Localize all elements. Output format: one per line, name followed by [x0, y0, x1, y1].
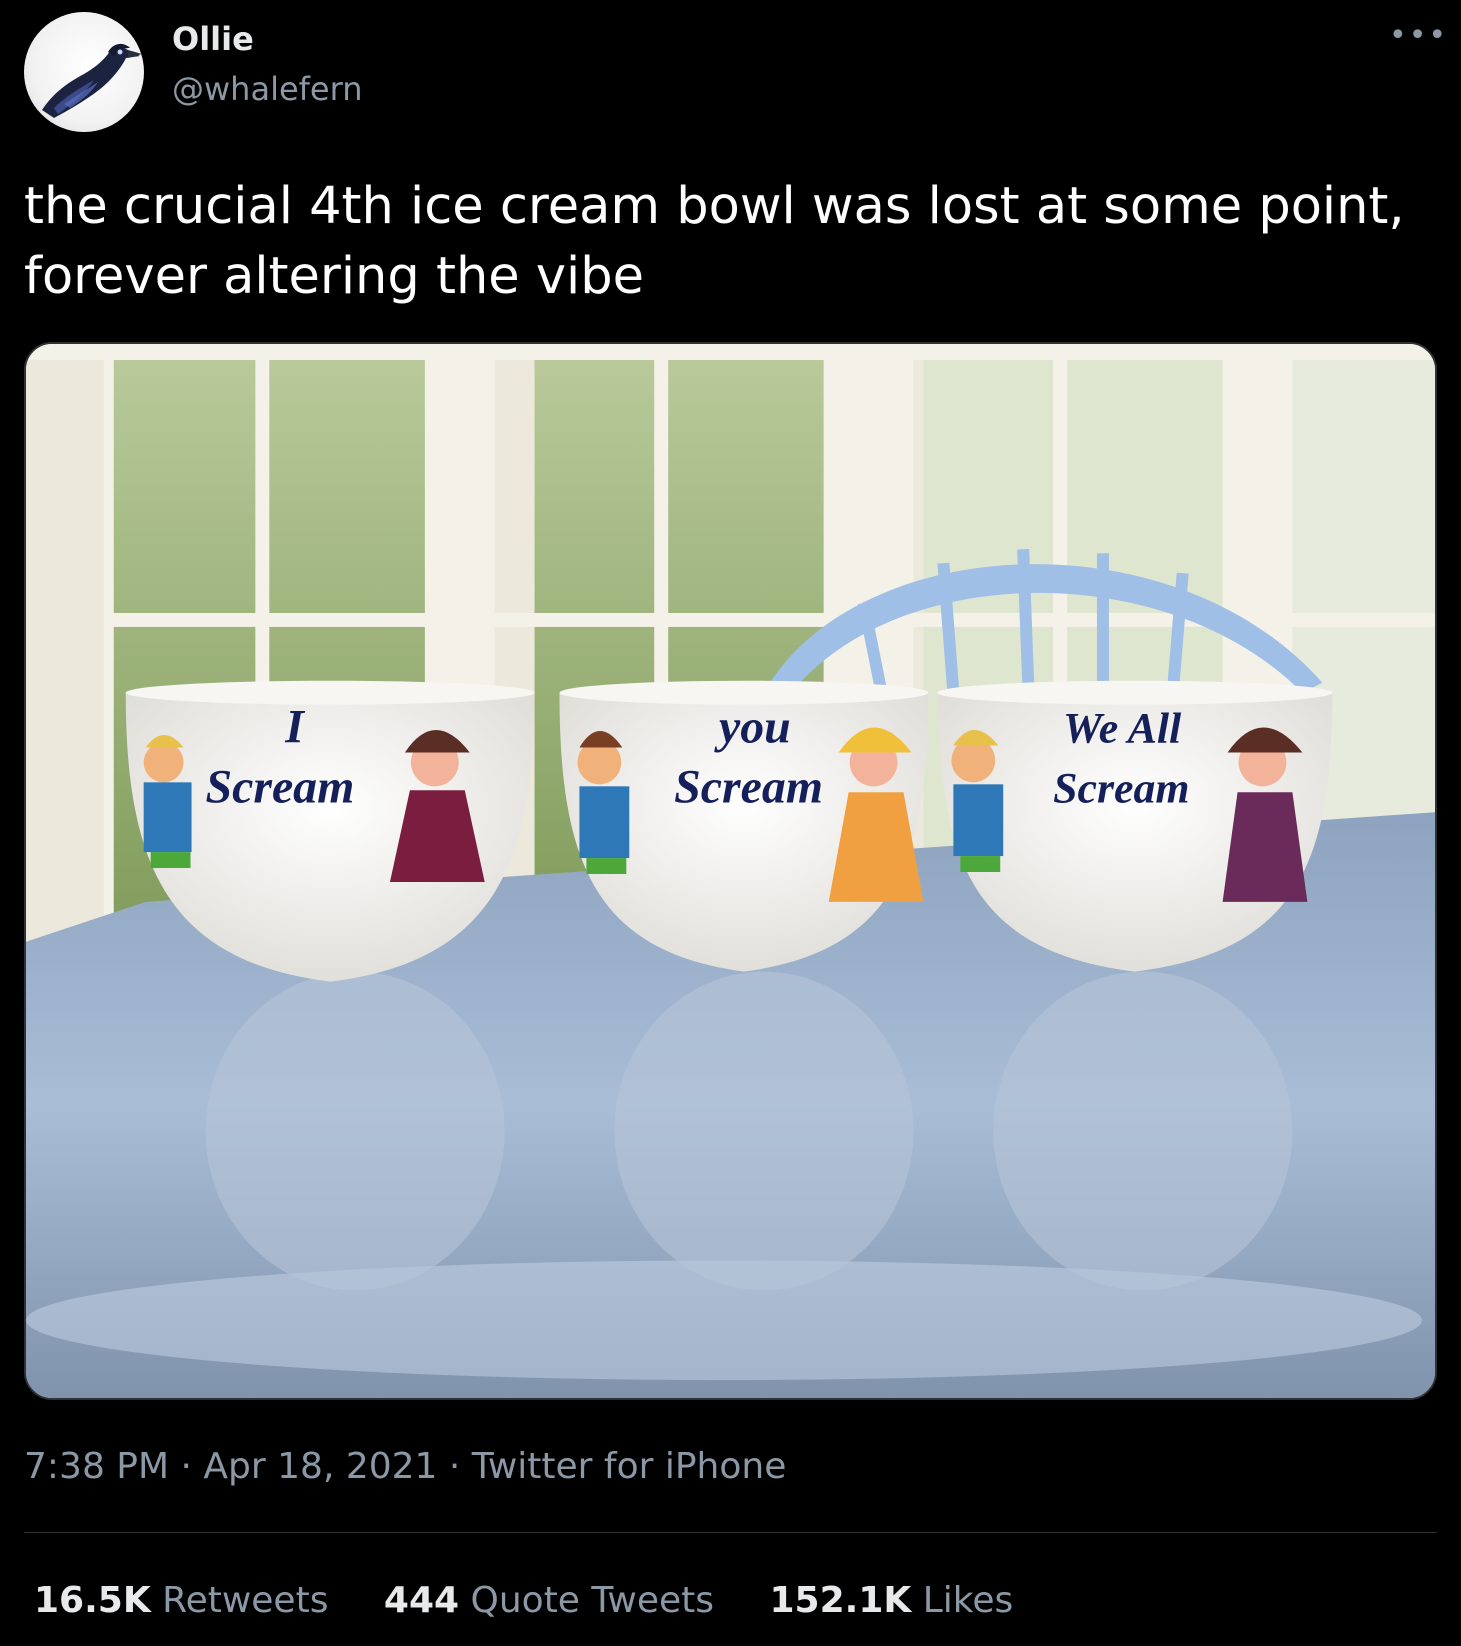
bowl-3-bottom-text: Scream — [1053, 764, 1189, 812]
likes-count: 152.1K — [769, 1580, 912, 1621]
retweets-count: 16.5K — [34, 1580, 151, 1621]
meta-separator-1: · — [169, 1446, 204, 1487]
tweet-date[interactable]: Apr 18, 2021 — [203, 1446, 437, 1487]
stats-divider — [24, 1532, 1437, 1533]
author-avatar[interactable] — [24, 12, 144, 132]
tweet-meta: 7:38 PM · Apr 18, 2021 · Twitter for iPh… — [24, 1446, 786, 1487]
quote-tweets-stat[interactable]: 444 Quote Tweets — [384, 1580, 714, 1621]
author-handle[interactable]: @whalefern — [172, 70, 362, 108]
tweet-source[interactable]: Twitter for iPhone — [472, 1446, 787, 1487]
tweet-media[interactable]: I Scream you Scream We All Scream — [24, 342, 1437, 1400]
tweet-stats: 16.5K Retweets 444 Quote Tweets 152.1K L… — [34, 1580, 1057, 1621]
bowl-1-top-text: I — [284, 701, 305, 754]
crow-icon — [42, 43, 142, 119]
likes-label: Likes — [922, 1580, 1014, 1621]
bowl-2-bottom-text: Scream — [674, 760, 823, 813]
tweet-text: the crucial 4th ice cream bowl was lost … — [24, 177, 1405, 306]
bowls-photo: I Scream you Scream We All Scream — [26, 344, 1435, 1398]
bowl-1-bottom-text: Scream — [205, 760, 354, 813]
tweet-header: Ollie @whalefern ••• — [24, 12, 1446, 132]
bowl-2-top-text: you — [714, 701, 791, 754]
meta-separator-2: · — [437, 1446, 472, 1487]
bowl-3-top-text: We All — [1063, 705, 1182, 753]
quote-tweets-label: Quote Tweets — [470, 1580, 715, 1621]
author-name[interactable]: Ollie — [172, 20, 254, 58]
more-options-icon[interactable]: ••• — [1389, 21, 1446, 56]
quote-tweets-count: 444 — [383, 1580, 460, 1621]
retweets-label: Retweets — [162, 1580, 329, 1621]
retweets-stat[interactable]: 16.5K Retweets — [34, 1580, 328, 1621]
tweet-time[interactable]: 7:38 PM — [24, 1446, 169, 1487]
likes-stat[interactable]: 152.1K Likes — [770, 1580, 1014, 1621]
